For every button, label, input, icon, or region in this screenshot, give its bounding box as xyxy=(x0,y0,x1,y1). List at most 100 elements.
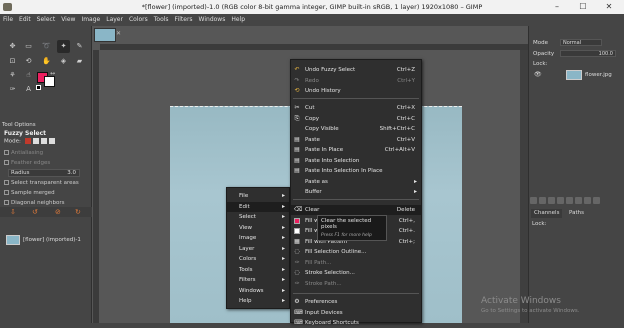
menu-stroke-selection[interactable]: ◌ Stroke Selection... xyxy=(291,268,421,278)
anchor-layer-icon[interactable] xyxy=(575,197,582,204)
vertical-scrollbar[interactable] xyxy=(520,50,528,323)
menu-buffer[interactable]: Buffer ▸ xyxy=(291,187,421,197)
menu-undo-history[interactable]: ⟲ Undo History xyxy=(291,86,421,96)
menu-clear[interactable]: ⌫ Clear Delete xyxy=(291,205,421,215)
reset-options-icon[interactable]: ↻ xyxy=(75,208,81,216)
menu-view[interactable]: View xyxy=(58,14,78,26)
new-group-icon[interactable] xyxy=(539,197,546,204)
paths-tool-icon[interactable]: ✑ xyxy=(6,83,19,96)
context-menu-edit[interactable]: Edit ▸ xyxy=(227,202,289,212)
select-transparent-checkbox[interactable] xyxy=(4,180,9,185)
swap-colors-icon[interactable]: ↔ xyxy=(50,70,55,77)
antialiasing-option[interactable]: Antialiasing xyxy=(4,150,43,156)
context-menu-layer[interactable]: Layer ▸ xyxy=(227,244,289,254)
menu-select[interactable]: Select xyxy=(34,14,59,26)
crop-tool-icon[interactable]: ⊡ xyxy=(6,55,19,68)
lasso-tool-icon[interactable]: ➰ xyxy=(40,40,53,53)
menu-stroke-path[interactable]: ✑ Stroke Path... xyxy=(291,279,421,289)
feather-edges-checkbox[interactable] xyxy=(4,160,9,165)
color-picker-tool-icon[interactable]: ✎ xyxy=(73,40,86,53)
close-button[interactable]: ✕ xyxy=(598,0,620,14)
text-tool-icon[interactable]: A xyxy=(22,83,35,96)
clone-tool-icon[interactable]: ⚘ xyxy=(6,69,19,82)
visibility-eye-icon[interactable]: 👁 xyxy=(534,71,542,78)
select-transparent-option[interactable]: Select transparent areas xyxy=(4,180,79,186)
context-menu-filters[interactable]: Filters ▸ xyxy=(227,275,289,285)
menu-undo[interactable]: ↶ Undo Fuzzy Select Ctrl+Z xyxy=(291,65,421,75)
tab-channels[interactable]: Channels xyxy=(531,209,563,218)
menu-edit[interactable]: Edit xyxy=(16,14,34,26)
sample-merged-option[interactable]: Sample merged xyxy=(4,190,55,196)
unified-transform-tool-icon[interactable]: ⟲ xyxy=(22,55,35,68)
warp-tool-icon[interactable]: ✋ xyxy=(40,55,53,68)
tool-options-tab[interactable]: Tool Options xyxy=(2,122,36,128)
context-menu-select[interactable]: Select ▸ xyxy=(227,212,289,222)
sample-merged-checkbox[interactable] xyxy=(4,190,9,195)
radius-slider[interactable]: Radius 3.0 xyxy=(8,169,80,177)
duplicate-layer-icon[interactable] xyxy=(566,197,573,204)
menu-filters[interactable]: Filters xyxy=(172,14,196,26)
mode-subtract-icon[interactable] xyxy=(40,138,47,144)
raise-layer-icon[interactable] xyxy=(548,197,555,204)
move-tool-icon[interactable]: ✥ xyxy=(6,40,19,53)
mode-add-icon[interactable] xyxy=(32,138,39,144)
mode-replace-icon[interactable] xyxy=(24,138,31,144)
menu-paste-in-place[interactable]: ▤ Paste In Place Ctrl+Alt+V xyxy=(291,145,421,155)
menu-layer[interactable]: Layer xyxy=(103,14,126,26)
rect-select-tool-icon[interactable]: ▭ xyxy=(22,40,35,53)
menu-paste-as[interactable]: Paste as ▸ xyxy=(291,177,421,187)
menu-windows[interactable]: Windows xyxy=(196,14,229,26)
restore-options-icon[interactable]: ↺ xyxy=(32,208,38,216)
menu-colors[interactable]: Colors xyxy=(126,14,151,26)
context-menu-tools[interactable]: Tools ▸ xyxy=(227,265,289,275)
menu-paste-into-selection[interactable]: ▤ Paste Into Selection xyxy=(291,156,421,166)
layer-name[interactable]: flower.jpg xyxy=(585,72,612,78)
reset-colors-icon[interactable] xyxy=(36,85,41,90)
feather-edges-option[interactable]: Feather edges xyxy=(4,160,50,166)
menu-file[interactable]: File xyxy=(0,14,16,26)
tab-paths[interactable]: Paths xyxy=(566,209,587,218)
mask-layer-icon[interactable] xyxy=(584,197,591,204)
menu-cut[interactable]: ✂ Cut Ctrl+X xyxy=(291,103,421,113)
menu-redo[interactable]: ↷ Redo Ctrl+Y xyxy=(291,76,421,86)
menu-copy-visible[interactable]: Copy Visible Shift+Ctrl+C xyxy=(291,124,421,134)
image-thumbnail[interactable] xyxy=(6,235,20,245)
menu-paste-into-selection-in-place[interactable]: ▤ Paste Into Selection In Place xyxy=(291,166,421,176)
lower-layer-icon[interactable] xyxy=(557,197,564,204)
antialiasing-checkbox[interactable] xyxy=(4,150,9,155)
menu-fill-selection-outline[interactable]: ◌ Fill Selection Outline... xyxy=(291,247,421,257)
menu-paste[interactable]: ▤ Paste Ctrl+V xyxy=(291,135,421,145)
minimize-button[interactable]: – xyxy=(546,0,568,14)
menu-copy[interactable]: ⎘ Copy Ctrl+C xyxy=(291,114,421,124)
menu-input-devices[interactable]: ⌨ Input Devices xyxy=(291,308,421,318)
delete-options-icon[interactable]: ⊘ xyxy=(55,208,61,216)
context-menu-colors[interactable]: Colors ▸ xyxy=(227,254,289,264)
menu-fill-path[interactable]: ✑ Fill Path... xyxy=(291,258,421,268)
context-menu-view[interactable]: View ▸ xyxy=(227,223,289,233)
close-tab-icon[interactable]: ✕ xyxy=(116,30,121,37)
background-color-swatch[interactable] xyxy=(44,76,55,87)
menu-help[interactable]: Help xyxy=(228,14,248,26)
diagonal-neighbors-option[interactable]: Diagonal neighbors xyxy=(4,200,64,206)
menu-preferences[interactable]: ⚙ Preferences xyxy=(291,297,421,307)
mode-intersect-icon[interactable] xyxy=(48,138,55,144)
smudge-tool-icon[interactable]: ☝ xyxy=(22,69,35,82)
menu-image[interactable]: Image xyxy=(78,14,103,26)
maximize-button[interactable]: ☐ xyxy=(572,0,594,14)
delete-layer-icon[interactable] xyxy=(593,197,600,204)
fuzzy-select-tool-icon[interactable]: ✦ xyxy=(57,40,70,53)
diagonal-neighbors-checkbox[interactable] xyxy=(4,200,9,205)
layer-mode-dropdown[interactable]: Normal xyxy=(560,39,602,46)
image-tab-thumbnail[interactable] xyxy=(94,28,116,42)
menu-tools[interactable]: Tools xyxy=(151,14,172,26)
eraser-tool-icon[interactable]: ▰ xyxy=(73,55,86,68)
bucket-fill-tool-icon[interactable]: ◈ xyxy=(57,55,70,68)
image-list-item[interactable]: [flower] (imported)-1 xyxy=(23,237,81,243)
context-menu-help[interactable]: Help ▸ xyxy=(227,296,289,306)
menu-keyboard-shortcuts[interactable]: ⌨ Keyboard Shortcuts xyxy=(291,318,421,328)
new-layer-icon[interactable] xyxy=(530,197,537,204)
context-menu-windows[interactable]: Windows ▸ xyxy=(227,286,289,296)
context-menu-file[interactable]: File ▸ xyxy=(227,191,289,201)
opacity-slider[interactable]: 100.0 xyxy=(560,50,616,57)
context-menu-image[interactable]: Image ▸ xyxy=(227,233,289,243)
